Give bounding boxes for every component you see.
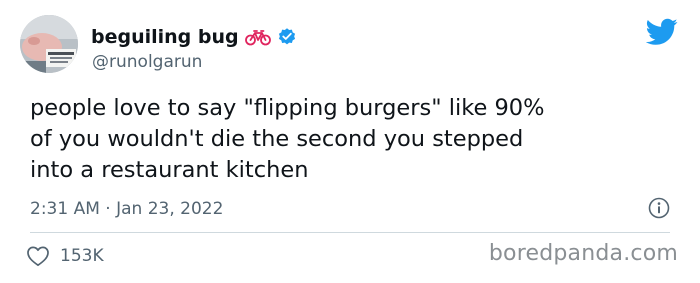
user-handle[interactable]: @runolgarun: [92, 52, 202, 72]
divider: [30, 232, 670, 233]
display-name[interactable]: beguiling bug: [91, 26, 239, 48]
avatar-image: [20, 15, 78, 73]
twitter-bird-icon[interactable]: [645, 18, 678, 46]
avatar[interactable]: [20, 15, 78, 73]
tweet-timestamp[interactable]: 2:31 AM · Jan 23, 2022: [30, 199, 223, 219]
bicycle-icon: [244, 28, 271, 46]
like-button[interactable]: 153K: [26, 243, 104, 269]
verified-badge-icon: [277, 27, 297, 47]
watermark: boredpanda.com: [488, 241, 678, 266]
tweet-text: people love to say "flipping burgers" li…: [30, 95, 545, 183]
tweet-card: beguiling bug @runolgarun people love to…: [0, 0, 700, 283]
like-count: 153K: [60, 246, 104, 266]
info-circle-icon[interactable]: [648, 197, 670, 219]
heart-icon[interactable]: [26, 245, 50, 267]
display-name-row: beguiling bug: [91, 24, 297, 50]
